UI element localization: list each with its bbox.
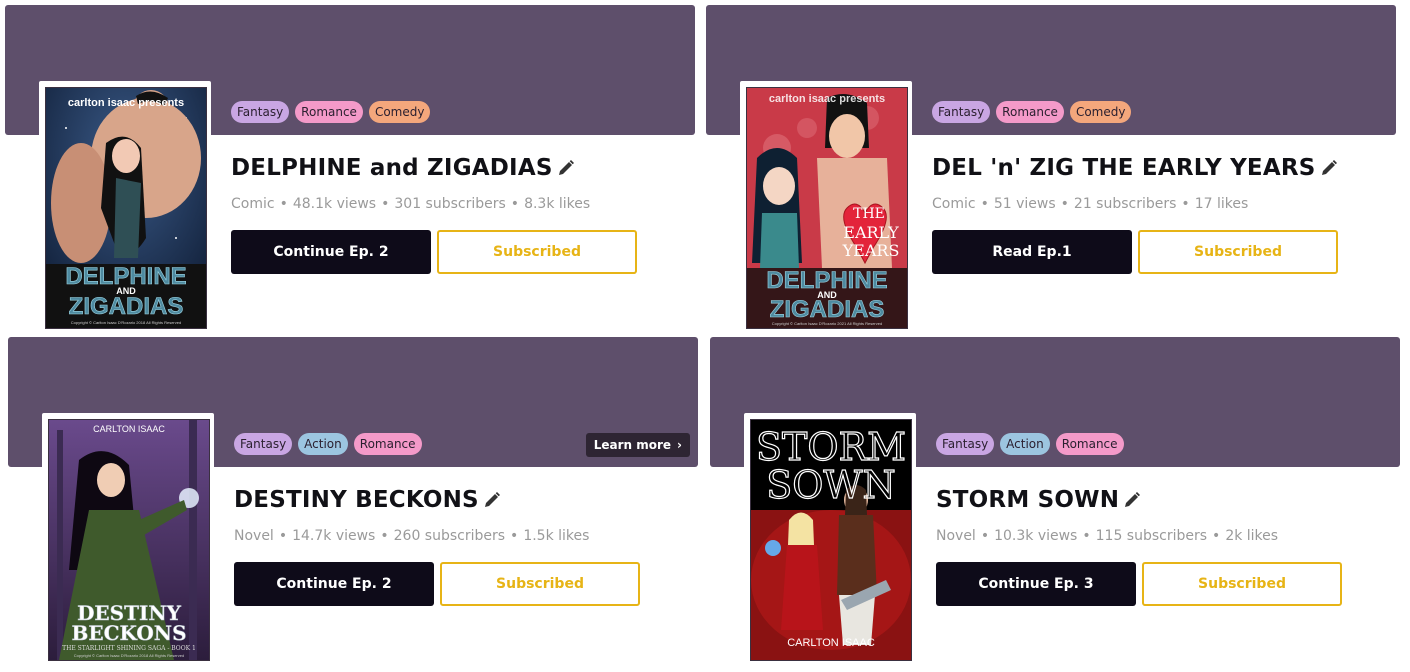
series-card: CARLTON ISAAC DESTINY BECKONS THE STARLI… [8, 337, 698, 667]
cover-author: CARLTON ISAAC [787, 637, 875, 649]
genre-tags: Fantasy Romance Comedy [932, 101, 1132, 123]
tag-fantasy[interactable]: Fantasy [932, 101, 991, 123]
cover-art: CARLTON ISAAC DESTINY BECKONS THE STARLI… [49, 420, 209, 660]
view-count: 10.3k views [994, 528, 1078, 544]
cover-art: STORM SOWN CARLTON ISAAC [751, 420, 911, 660]
cover-image[interactable]: carlton isaac presents THE EARLY YEARS D… [746, 87, 908, 329]
cover-frame[interactable]: carlton isaac presents THE EARLY YEARS D… [740, 81, 912, 329]
subscribed-button[interactable]: Subscribed [1142, 562, 1342, 606]
subscribed-button[interactable]: Subscribed [440, 562, 640, 606]
cover-image[interactable]: CARLTON ISAAC DESTINY BECKONS THE STARLI… [48, 419, 210, 661]
tag-fantasy[interactable]: Fantasy [231, 101, 290, 123]
title-row: STORM SOWN [936, 487, 1141, 513]
subscribed-button[interactable]: Subscribed [437, 230, 637, 274]
like-count: 17 likes [1194, 196, 1249, 212]
cover-subtitle: THE STARLIGHT SHINING SAGA - BOOK 1 [62, 645, 196, 652]
edit-pencil-icon[interactable] [557, 159, 575, 177]
title-row: DESTINY BECKONS [234, 487, 501, 513]
view-count: 14.7k views [292, 528, 376, 544]
edit-pencil-icon[interactable] [1320, 159, 1338, 177]
series-type: Comic [932, 196, 976, 212]
cover-title-line3: ZIGADIAS [770, 296, 885, 323]
continue-reading-button[interactable]: Continue Ep. 2 [231, 230, 431, 274]
cover-image[interactable]: carlton isaac presents DELPHINE AND ZIGA… [45, 87, 207, 329]
cover-title-line3: ZIGADIAS [69, 293, 184, 320]
series-title[interactable]: DEL 'n' ZIG THE EARLY YEARS [932, 155, 1316, 181]
genre-tags: Fantasy Romance Comedy [231, 101, 431, 123]
tag-romance[interactable]: Romance [1055, 433, 1124, 455]
tag-romance[interactable]: Romance [996, 101, 1064, 123]
subscriber-count: 301 subscribers [394, 196, 506, 212]
title-row: DEL 'n' ZIG THE EARLY YEARS [932, 155, 1338, 181]
cover-top-text: CARLTON ISAAC [93, 424, 165, 434]
cover-frame[interactable]: carlton isaac presents DELPHINE AND ZIGA… [39, 81, 211, 329]
series-type: Novel [936, 528, 976, 544]
chevron-right-icon: › [677, 438, 682, 452]
cover-frame[interactable]: STORM SOWN CARLTON ISAAC [744, 413, 916, 661]
learn-more-button[interactable]: Learn more › [585, 433, 690, 457]
like-count: 1.5k likes [523, 528, 590, 544]
series-stats: Comic • 48.1k views • 301 subscribers • 8.3k l… [231, 196, 591, 212]
subscribed-button[interactable]: Subscribed [1138, 230, 1338, 274]
subscriber-count: 260 subscribers [393, 528, 506, 544]
view-count: 51 views [993, 196, 1056, 212]
cover-image[interactable]: STORM SOWN CARLTON ISAAC [750, 419, 912, 661]
tag-romance[interactable]: Romance [295, 101, 363, 123]
tag-action[interactable]: Action [1000, 433, 1050, 455]
cover-art: carlton isaac presents THE EARLY YEARS D… [747, 88, 907, 328]
like-count: 8.3k likes [524, 196, 591, 212]
series-card: carlton isaac presents THE EARLY YEARS D… [706, 5, 1396, 335]
cover-top-text: carlton isaac presents [769, 93, 885, 105]
cover-frame[interactable]: CARLTON ISAAC DESTINY BECKONS THE STARLI… [42, 413, 214, 661]
series-card: STORM SOWN CARLTON ISAAC Fantasy Action … [710, 337, 1400, 667]
series-title[interactable]: STORM SOWN [936, 487, 1119, 513]
tag-action[interactable]: Action [298, 433, 348, 455]
cover-heart-text-2: EARLY [843, 223, 899, 242]
cover-heart-text-3: YEARS [842, 241, 900, 260]
genre-tags: Fantasy Action Romance [936, 433, 1124, 455]
edit-pencil-icon[interactable] [483, 491, 501, 509]
learn-more-label: Learn more [593, 438, 672, 452]
series-type: Comic [231, 196, 275, 212]
subscriber-count: 21 subscribers [1073, 196, 1177, 212]
tag-romance[interactable]: Romance [353, 433, 422, 455]
series-title[interactable]: DELPHINE and ZIGADIAS [231, 155, 553, 181]
tag-fantasy[interactable]: Fantasy [234, 433, 293, 455]
series-title[interactable]: DESTINY BECKONS [234, 487, 479, 513]
cover-title-line2: BECKONS [71, 621, 186, 645]
read-episode-button[interactable]: Read Ep.1 [932, 230, 1132, 274]
view-count: 48.1k views [292, 196, 377, 212]
title-row: DELPHINE and ZIGADIAS [231, 155, 575, 181]
cover-heart-text-1: THE [853, 206, 885, 222]
cover-top-text: carlton isaac presents [68, 97, 184, 109]
cover-title-line2: SOWN [766, 463, 896, 507]
like-count: 2k likes [1225, 528, 1279, 544]
continue-reading-button[interactable]: Continue Ep. 3 [936, 562, 1136, 606]
tag-comedy[interactable]: Comedy [1069, 101, 1132, 123]
continue-reading-button[interactable]: Continue Ep. 2 [234, 562, 434, 606]
tag-fantasy[interactable]: Fantasy [936, 433, 995, 455]
series-card: carlton isaac presents DELPHINE AND ZIGA… [5, 5, 695, 335]
cover-copyright: Copyright © Carlton Isaac D'Rozario 2018… [74, 653, 184, 658]
cover-copyright: Copyright © Carlton Isaac D'Rozario 2018… [71, 320, 181, 325]
series-type: Novel [234, 528, 274, 544]
tag-comedy[interactable]: Comedy [368, 101, 431, 123]
series-stats: Novel • 14.7k views • 260 subscribers • 1.5k l… [234, 528, 590, 544]
cover-art: carlton isaac presents DELPHINE AND ZIGA… [46, 88, 206, 328]
series-stats: Novel • 10.3k views • 115 subscribers • 2k lik… [936, 528, 1279, 544]
series-stats: Comic • 51 views • 21 subscribers • 17 likes [932, 196, 1249, 212]
genre-tags: Fantasy Action Romance [234, 433, 422, 455]
cover-copyright: Copyright © Carlton Isaac D'Rozario 2021… [772, 321, 882, 326]
edit-pencil-icon[interactable] [1123, 491, 1141, 509]
subscriber-count: 115 subscribers [1095, 528, 1208, 544]
